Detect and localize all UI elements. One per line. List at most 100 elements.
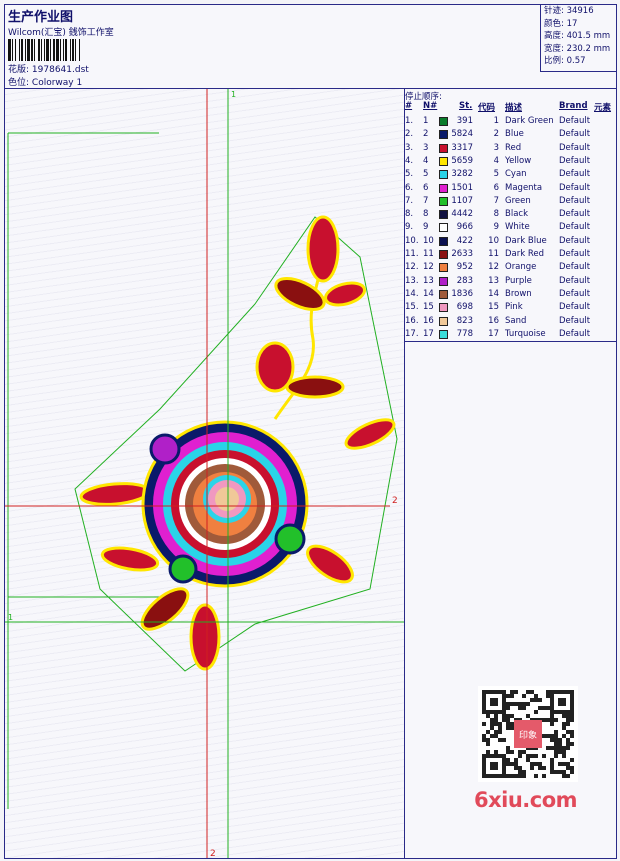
- color-swatch: [439, 223, 448, 233]
- color-swatch: [439, 289, 448, 299]
- cell-st: 422: [456, 235, 473, 246]
- cell-brand: Default: [559, 288, 591, 299]
- table-row[interactable]: 10. 10 422 10 Dark Blue Default: [405, 235, 616, 248]
- col-header-stitches: St.: [459, 101, 473, 111]
- cell-st: 778: [456, 328, 473, 339]
- flower-head: [141, 420, 309, 588]
- cell-code: 6: [493, 182, 499, 193]
- cell-num: 9: [423, 222, 429, 233]
- cell-desc: Purple: [505, 275, 532, 286]
- color-swatch: [439, 276, 448, 286]
- cell-code: 9: [493, 222, 499, 233]
- cell-idx: 12.: [405, 262, 419, 273]
- table-row[interactable]: 9. 9 966 9 White Default: [405, 221, 616, 234]
- cell-code: 5: [493, 169, 499, 180]
- cell-idx: 5.: [405, 169, 414, 180]
- cell-num: 11: [423, 249, 434, 259]
- cell-st: 1836: [451, 288, 473, 299]
- cell-desc: Magenta: [505, 182, 543, 193]
- cell-num: 13: [423, 275, 434, 286]
- table-row[interactable]: 13. 13 283 13 Purple Default: [405, 275, 616, 288]
- cell-brand: Default: [559, 262, 591, 273]
- stop-sequence-panel: 停止顺序: # N# St. 代码 描述 Brand 元素 1. 1 391 1 Dar…: [405, 89, 616, 342]
- cell-idx: 17.: [405, 328, 419, 339]
- cell-desc: Yellow: [505, 155, 532, 166]
- color-swatch: [439, 316, 448, 326]
- info-stitches: 针迹: 34916: [544, 6, 594, 16]
- cell-code: 15: [488, 302, 499, 313]
- colorway-value: Colorway 1: [31, 78, 83, 88]
- guide-label-red-right: 2: [392, 496, 398, 506]
- cell-brand: Default: [559, 222, 591, 233]
- table-row[interactable]: 6. 6 1501 6 Magenta Default: [405, 182, 616, 195]
- cell-st: 5659: [451, 155, 473, 166]
- guide-label-red-bottom: 2: [210, 849, 216, 858]
- col-header-description: 描述: [505, 103, 523, 113]
- cell-idx: 6.: [405, 182, 414, 193]
- cell-code: 13: [488, 275, 499, 286]
- colorway-line: 色位: Colorway 1: [8, 75, 82, 88]
- cell-desc: Dark Red: [505, 249, 545, 259]
- table-row[interactable]: 11. 11 2633 11 Dark Red Default: [405, 248, 616, 261]
- cell-st: 2633: [451, 249, 473, 259]
- cell-brand: Default: [559, 142, 591, 153]
- design-preview[interactable]: 1 2 2 1: [5, 89, 405, 858]
- table-row[interactable]: 16. 16 823 16 Sand Default: [405, 315, 616, 328]
- table-row[interactable]: 7. 7 1107 7 Green Default: [405, 195, 616, 208]
- cell-idx: 16.: [405, 315, 419, 326]
- color-swatch: [439, 210, 448, 220]
- cell-num: 2: [423, 129, 429, 140]
- color-swatch: [439, 250, 448, 259]
- cell-num: 15: [423, 302, 434, 313]
- cell-brand: Default: [559, 315, 591, 326]
- pattern-line: 花版: 1978641.dst: [8, 62, 89, 75]
- cell-st: 1501: [451, 182, 473, 193]
- table-row[interactable]: 1. 1 391 1 Dark Green Default: [405, 115, 616, 128]
- table-row[interactable]: 17. 17 778 17 Turquoise Default: [405, 328, 616, 341]
- cell-idx: 3.: [405, 142, 414, 153]
- cell-st: 952: [456, 262, 473, 273]
- qr-code: 印象: [478, 686, 578, 782]
- colorway-label: 色位:: [8, 78, 30, 88]
- table-row[interactable]: 2. 2 5824 2 Blue Default: [405, 128, 616, 141]
- table-row[interactable]: 8. 8 4442 8 Black Default: [405, 208, 616, 221]
- page-title: 生产作业图: [8, 10, 74, 25]
- table-row[interactable]: 14. 14 1836 14 Brown Default: [405, 288, 616, 301]
- company-name: Wilcom(汇宝) 銭饰工作室: [8, 28, 114, 38]
- cell-desc: Turquoise: [505, 328, 546, 339]
- table-row[interactable]: 5. 5 3282 5 Cyan Default: [405, 168, 616, 181]
- cell-st: 3282: [451, 169, 473, 180]
- color-swatch: [439, 196, 448, 206]
- design-info-box: 针迹: 34916 颜色: 17 高度: 401.5 mm 宽度: 230.2 …: [540, 4, 617, 72]
- cell-idx: 15.: [405, 302, 419, 313]
- cell-idx: 11.: [405, 249, 419, 259]
- cell-brand: Default: [559, 275, 591, 286]
- cell-num: 7: [423, 195, 429, 206]
- cell-brand: Default: [559, 116, 591, 126]
- info-scale: 比例: 0.57: [544, 56, 586, 66]
- cell-brand: Default: [559, 195, 591, 206]
- cell-desc: Brown: [505, 288, 532, 299]
- color-swatch: [439, 236, 448, 246]
- pattern-value: 1978641.dst: [31, 65, 89, 75]
- table-row[interactable]: 3. 3 3317 3 Red Default: [405, 142, 616, 155]
- cell-st: 698: [456, 302, 473, 313]
- cell-code: 12: [488, 262, 499, 273]
- col-header-code: 代码: [478, 103, 496, 113]
- cell-desc: Red: [505, 142, 522, 153]
- cell-st: 966: [456, 222, 473, 233]
- cell-brand: Default: [559, 129, 591, 140]
- table-row[interactable]: 4. 4 5659 4 Yellow Default: [405, 155, 616, 168]
- color-swatch: [439, 156, 448, 166]
- cell-code: 7: [493, 195, 499, 206]
- cell-desc: Cyan: [505, 169, 527, 180]
- cell-num: 4: [423, 155, 429, 166]
- cell-num: 12: [423, 262, 434, 273]
- info-width: 宽度: 230.2 mm: [544, 43, 611, 54]
- cell-num: 10: [423, 235, 434, 246]
- col-header-hash: #: [405, 101, 413, 111]
- cell-st: 391: [456, 116, 473, 126]
- table-row[interactable]: 15. 15 698 15 Pink Default: [405, 301, 616, 314]
- table-row[interactable]: 12. 12 952 12 Orange Default: [405, 261, 616, 274]
- cell-idx: 10.: [405, 235, 419, 246]
